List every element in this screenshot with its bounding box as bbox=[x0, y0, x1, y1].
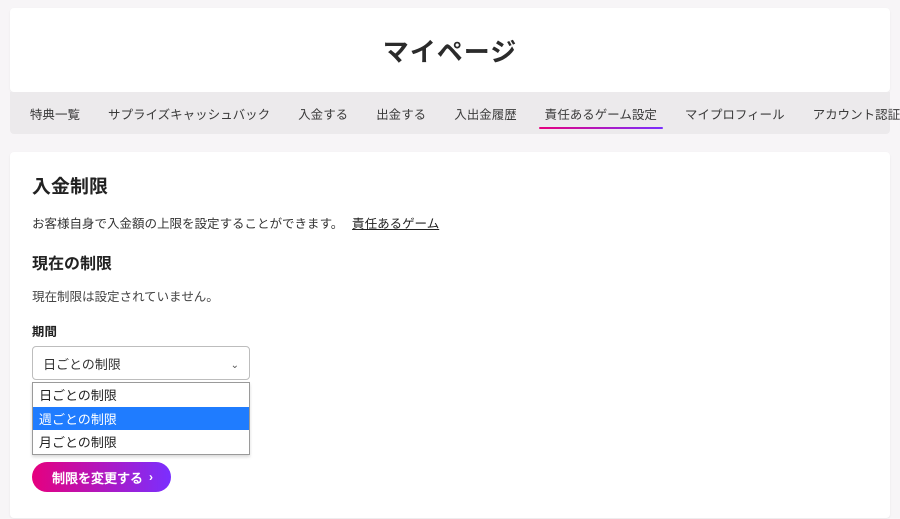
tab-withdraw[interactable]: 出金する bbox=[362, 92, 440, 134]
submit-area: 制限を変更する › bbox=[32, 462, 868, 492]
period-select-wrap: 日ごとの制限 ⌄ 日ごとの制限 週ごとの制限 月ごとの制限 bbox=[32, 346, 250, 380]
panel-description: お客様自身で入金額の上限を設定することができます。 責任あるゲーム bbox=[32, 213, 868, 232]
period-option-weekly[interactable]: 週ごとの制限 bbox=[33, 407, 249, 431]
tab-label: サプライズキャッシュバック bbox=[108, 104, 270, 123]
period-label: 期間 bbox=[32, 321, 868, 340]
tab-label: 出金する bbox=[376, 104, 426, 123]
deposit-limit-panel: 入金制限 お客様自身で入金額の上限を設定することができます。 責任あるゲーム 現… bbox=[10, 152, 890, 518]
tab-label: 特典一覧 bbox=[30, 104, 80, 123]
period-select-value: 日ごとの制限 bbox=[43, 354, 121, 373]
period-select[interactable]: 日ごとの制限 ⌄ bbox=[32, 346, 250, 380]
tab-history[interactable]: 入出金履歴 bbox=[440, 92, 531, 134]
tab-label: 入金する bbox=[298, 104, 348, 123]
tab-label: マイプロフィール bbox=[685, 104, 785, 123]
page-title: マイページ bbox=[383, 32, 517, 69]
responsible-gaming-link[interactable]: 責任あるゲーム bbox=[352, 213, 439, 232]
current-limit-heading: 現在の制限 bbox=[32, 250, 868, 274]
chevron-right-icon: › bbox=[149, 470, 153, 484]
tab-responsible-gaming[interactable]: 責任あるゲーム設定 bbox=[531, 92, 671, 134]
period-dropdown: 日ごとの制限 週ごとの制限 月ごとの制限 bbox=[32, 382, 250, 455]
tab-benefits[interactable]: 特典一覧 bbox=[16, 92, 94, 134]
change-limit-button[interactable]: 制限を変更する › bbox=[32, 462, 171, 492]
tab-label: 入出金履歴 bbox=[454, 104, 517, 123]
chevron-down-icon: ⌄ bbox=[231, 356, 239, 371]
tab-deposit[interactable]: 入金する bbox=[284, 92, 362, 134]
tab-account-verification[interactable]: アカウント認証 bbox=[799, 92, 900, 134]
change-limit-button-label: 制限を変更する bbox=[52, 468, 143, 487]
panel-heading: 入金制限 bbox=[32, 172, 868, 199]
period-option-monthly[interactable]: 月ごとの制限 bbox=[33, 430, 249, 454]
panel-description-text: お客様自身で入金額の上限を設定することができます。 bbox=[32, 213, 343, 232]
current-limit-note: 現在制限は設定されていません。 bbox=[32, 286, 868, 305]
tab-label: 責任あるゲーム設定 bbox=[545, 104, 657, 123]
tab-surprise-cashback[interactable]: サプライズキャッシュバック bbox=[94, 92, 284, 134]
page-header: マイページ bbox=[10, 8, 890, 92]
tab-label: アカウント認証 bbox=[813, 104, 900, 123]
tab-my-profile[interactable]: マイプロフィール bbox=[671, 92, 799, 134]
tab-bar: 特典一覧 サプライズキャッシュバック 入金する 出金する 入出金履歴 責任あるゲ… bbox=[10, 92, 890, 134]
period-option-daily[interactable]: 日ごとの制限 bbox=[33, 383, 249, 407]
